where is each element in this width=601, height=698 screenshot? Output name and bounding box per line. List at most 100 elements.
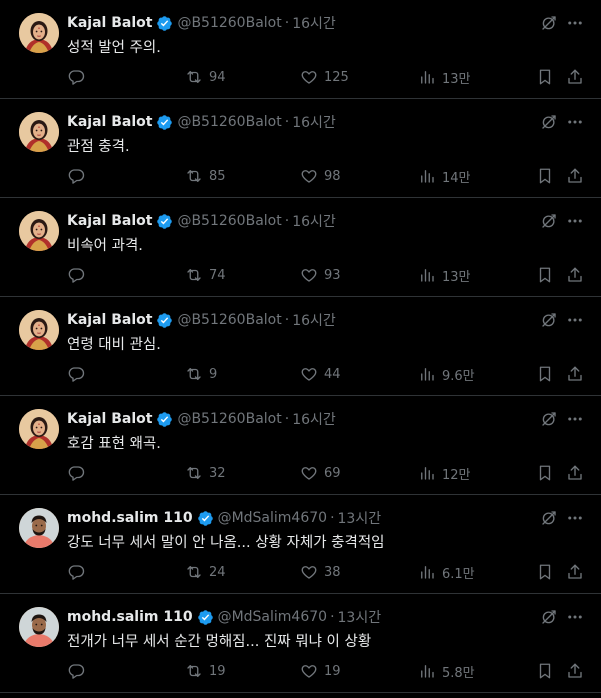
views-icon (421, 71, 434, 84)
author-handle[interactable]: @B51260Balot (177, 411, 281, 427)
like-button[interactable]: 38 (300, 561, 341, 583)
grok-icon[interactable] (540, 311, 558, 329)
reply-button[interactable] (67, 561, 91, 583)
share-button[interactable] (566, 264, 584, 286)
tweet[interactable]: Kajal Balot @B51260Balot · 16시간 비속어 과격. (0, 198, 601, 297)
woman-avatar[interactable] (19, 409, 59, 449)
author-name[interactable]: Kajal Balot (67, 213, 152, 229)
author-handle[interactable]: @B51260Balot (177, 15, 281, 31)
bookmark-button[interactable] (536, 165, 554, 187)
retweet-button[interactable]: 94 (185, 66, 226, 88)
author-handle[interactable]: @B51260Balot (177, 114, 281, 130)
retweet-button[interactable]: 19 (185, 660, 226, 682)
share-button[interactable] (566, 660, 584, 682)
bookmark-button[interactable] (536, 561, 554, 583)
grok-icon[interactable] (540, 410, 558, 428)
author-name[interactable]: mohd.salim 110 (67, 510, 193, 526)
grok-icon[interactable] (540, 212, 558, 230)
tweet[interactable]: Kajal Balot @B51260Balot · 16시간 연령 대비 관심… (0, 297, 601, 396)
reply-button[interactable] (67, 165, 91, 187)
views-button[interactable]: 14만 (418, 165, 471, 187)
man-avatar[interactable] (19, 607, 59, 647)
tweet[interactable]: mohd.salim 110 @MdSalim4670 · 13시간 강도 너무… (0, 495, 601, 594)
author-name[interactable]: Kajal Balot (67, 312, 152, 328)
share-button[interactable] (566, 165, 584, 187)
share-button[interactable] (566, 462, 584, 484)
bookmark-button[interactable] (536, 363, 554, 385)
reply-button[interactable] (67, 660, 91, 682)
views-button[interactable]: 13만 (418, 264, 471, 286)
retweet-button[interactable]: 24 (185, 561, 226, 583)
more-icon[interactable] (566, 14, 584, 32)
author-name[interactable]: mohd.salim 110 (67, 609, 193, 625)
reply-icon (68, 169, 85, 184)
views-button[interactable]: 13만 (418, 66, 471, 88)
timestamp[interactable]: 16시간 (292, 310, 336, 330)
tweet-header: Kajal Balot @B51260Balot · 16시간 (67, 210, 336, 232)
more-icon[interactable] (566, 212, 584, 230)
views-button[interactable]: 5.8만 (418, 660, 475, 682)
man-avatar[interactable] (19, 508, 59, 548)
reply-button[interactable] (67, 264, 91, 286)
woman-avatar[interactable] (19, 112, 59, 152)
tweet[interactable]: mohd.salim 110 @MdSalim4670 · 13시간 전개가 너… (0, 594, 601, 693)
retweet-button[interactable]: 9 (185, 363, 217, 385)
retweet-button[interactable]: 32 (185, 462, 226, 484)
tweet[interactable]: Kajal Balot @B51260Balot · 16시간 호감 표현 왜곡… (0, 396, 601, 495)
more-icon[interactable] (566, 311, 584, 329)
views-button[interactable]: 6.1만 (418, 561, 475, 583)
share-button[interactable] (566, 66, 584, 88)
like-button[interactable]: 69 (300, 462, 341, 484)
timestamp[interactable]: 13시간 (338, 607, 382, 627)
timestamp[interactable]: 16시간 (292, 13, 336, 33)
tweet[interactable]: Kajal Balot @B51260Balot · 16시간 관점 충격. 8… (0, 99, 601, 198)
retweet-count: 74 (209, 267, 226, 283)
grok-icon[interactable] (540, 113, 558, 131)
views-button[interactable]: 9.6만 (418, 363, 475, 385)
more-icon[interactable] (566, 509, 584, 527)
like-button[interactable]: 125 (300, 66, 349, 88)
reply-button[interactable] (67, 363, 91, 385)
author-handle[interactable]: @B51260Balot (177, 312, 281, 328)
bookmark-button[interactable] (536, 66, 554, 88)
timestamp[interactable]: 13시간 (338, 508, 382, 528)
bookmark-button[interactable] (536, 660, 554, 682)
author-name[interactable]: Kajal Balot (67, 114, 152, 130)
more-icon[interactable] (566, 608, 584, 626)
tweet-header: Kajal Balot @B51260Balot · 16시간 (67, 111, 336, 133)
bookmark-button[interactable] (536, 462, 554, 484)
timestamp[interactable]: 16시간 (292, 211, 336, 231)
author-name[interactable]: Kajal Balot (67, 411, 152, 427)
grok-icon[interactable] (540, 509, 558, 527)
bookmark-button[interactable] (536, 264, 554, 286)
author-handle[interactable]: @MdSalim4670 (218, 609, 327, 625)
tweet[interactable]: Kajal Balot @B51260Balot · 16시간 성적 발언 주의… (0, 0, 601, 99)
author-handle[interactable]: @B51260Balot (177, 213, 281, 229)
woman-avatar[interactable] (19, 310, 59, 350)
views-button[interactable]: 12만 (418, 462, 471, 484)
share-button[interactable] (566, 561, 584, 583)
woman-avatar[interactable] (19, 13, 59, 53)
grok-icon[interactable] (540, 608, 558, 626)
like-icon (301, 368, 317, 381)
tweet-actions: 74 93 13만 (67, 264, 587, 286)
grok-icon[interactable] (540, 14, 558, 32)
author-handle[interactable]: @MdSalim4670 (218, 510, 327, 526)
retweet-button[interactable]: 85 (185, 165, 226, 187)
tweet-header: mohd.salim 110 @MdSalim4670 · 13시간 (67, 606, 381, 628)
reply-button[interactable] (67, 462, 91, 484)
like-count: 125 (324, 69, 349, 85)
like-button[interactable]: 19 (300, 660, 341, 682)
like-button[interactable]: 44 (300, 363, 341, 385)
share-button[interactable] (566, 363, 584, 385)
timestamp[interactable]: 16시간 (292, 112, 336, 132)
timestamp[interactable]: 16시간 (292, 409, 336, 429)
like-button[interactable]: 93 (300, 264, 341, 286)
woman-avatar[interactable] (19, 211, 59, 251)
like-button[interactable]: 98 (300, 165, 341, 187)
reply-button[interactable] (67, 66, 91, 88)
more-icon[interactable] (566, 410, 584, 428)
author-name[interactable]: Kajal Balot (67, 15, 152, 31)
retweet-button[interactable]: 74 (185, 264, 226, 286)
more-icon[interactable] (566, 113, 584, 131)
